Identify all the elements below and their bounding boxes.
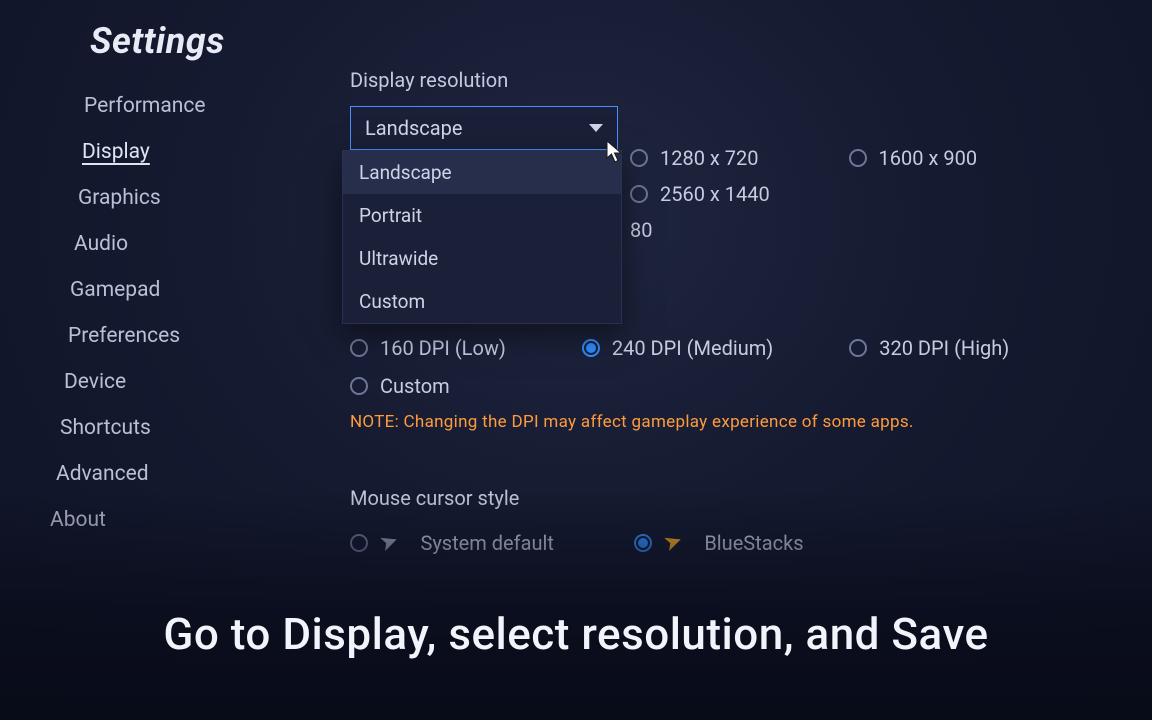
orientation-dropdown-list: Landscape Portrait Ultrawide Custom	[342, 150, 622, 324]
page-title: Settings	[90, 20, 225, 62]
resolution-options: 1280 x 720 1600 x 900 2560 x 1440 80	[630, 146, 1110, 254]
radio-icon	[634, 534, 652, 552]
sidebar-item-audio[interactable]: Audio	[56, 224, 266, 264]
orientation-option-custom[interactable]: Custom	[343, 280, 621, 323]
orientation-option-landscape[interactable]: Landscape	[343, 151, 621, 194]
dpi-option-320[interactable]: 320 DPI (High)	[849, 336, 1009, 360]
sidebar-item-performance[interactable]: Performance	[66, 86, 266, 126]
sidebar-item-preferences[interactable]: Preferences	[50, 316, 266, 356]
radio-icon	[350, 534, 368, 552]
resolution-partial-label: 80	[630, 218, 652, 242]
display-panel: Display resolution Landscape Landscape P…	[350, 68, 1110, 150]
radio-icon	[350, 377, 368, 395]
orientation-option-ultrawide[interactable]: Ultrawide	[343, 237, 621, 280]
orientation-option-portrait[interactable]: Portrait	[343, 194, 621, 237]
dpi-option-160[interactable]: 160 DPI (Low)	[350, 336, 506, 360]
sidebar-item-advanced[interactable]: Advanced	[38, 454, 266, 494]
sidebar-item-about[interactable]: About	[32, 500, 266, 540]
cursor-option-bluestacks[interactable]: ➤ BlueStacks	[634, 530, 804, 555]
display-resolution-label: Display resolution	[350, 68, 1110, 92]
resolution-option-1600x900[interactable]: 1600 x 900	[849, 146, 978, 170]
sidebar-item-display[interactable]: Display	[64, 132, 266, 172]
orientation-dropdown[interactable]: Landscape	[350, 106, 618, 150]
radio-icon	[350, 339, 368, 357]
resolution-label: 2560 x 1440	[660, 182, 770, 206]
dpi-label: 320 DPI (High)	[879, 336, 1009, 360]
sidebar-item-device[interactable]: Device	[46, 362, 266, 402]
dpi-custom-label: Custom	[380, 374, 450, 398]
dpi-warning-note: NOTE: Changing the DPI may affect gamepl…	[350, 412, 1110, 432]
resolution-option-1280x720[interactable]: 1280 x 720	[630, 146, 759, 170]
resolution-option-2560x1440[interactable]: 2560 x 1440	[630, 182, 770, 206]
radio-icon	[582, 339, 600, 357]
radio-icon	[630, 149, 648, 167]
mouse-cursor-label: Mouse cursor style	[350, 486, 1110, 510]
cursor-bluestacks-icon: ➤	[660, 528, 686, 558]
sidebar-item-graphics[interactable]: Graphics	[60, 178, 266, 218]
resolution-label: 1600 x 900	[879, 146, 978, 170]
dpi-label: 160 DPI (Low)	[380, 336, 506, 360]
sidebar-item-gamepad[interactable]: Gamepad	[52, 270, 266, 310]
dpi-option-240[interactable]: 240 DPI (Medium)	[582, 336, 773, 360]
cursor-option-label: BlueStacks	[704, 531, 803, 555]
orientation-selected-value: Landscape	[365, 116, 589, 140]
settings-sidebar: Performance Display Graphics Audio Gamep…	[46, 86, 266, 546]
dpi-option-custom[interactable]: Custom	[350, 374, 450, 398]
chevron-down-icon	[589, 124, 603, 132]
resolution-label: 1280 x 720	[660, 146, 759, 170]
sidebar-item-shortcuts[interactable]: Shortcuts	[42, 408, 266, 448]
dpi-label: 240 DPI (Medium)	[612, 336, 773, 360]
mouse-cursor-section: Mouse cursor style ➤ System default ➤ Bl…	[350, 486, 1110, 555]
cursor-system-icon: ➤	[376, 528, 402, 558]
instruction-caption: Go to Display, select resolution, and Sa…	[0, 608, 1152, 660]
radio-icon	[630, 185, 648, 203]
radio-icon	[849, 149, 867, 167]
radio-icon	[849, 339, 867, 357]
cursor-option-label: System default	[420, 531, 553, 555]
cursor-option-system-default[interactable]: ➤ System default	[350, 530, 554, 555]
